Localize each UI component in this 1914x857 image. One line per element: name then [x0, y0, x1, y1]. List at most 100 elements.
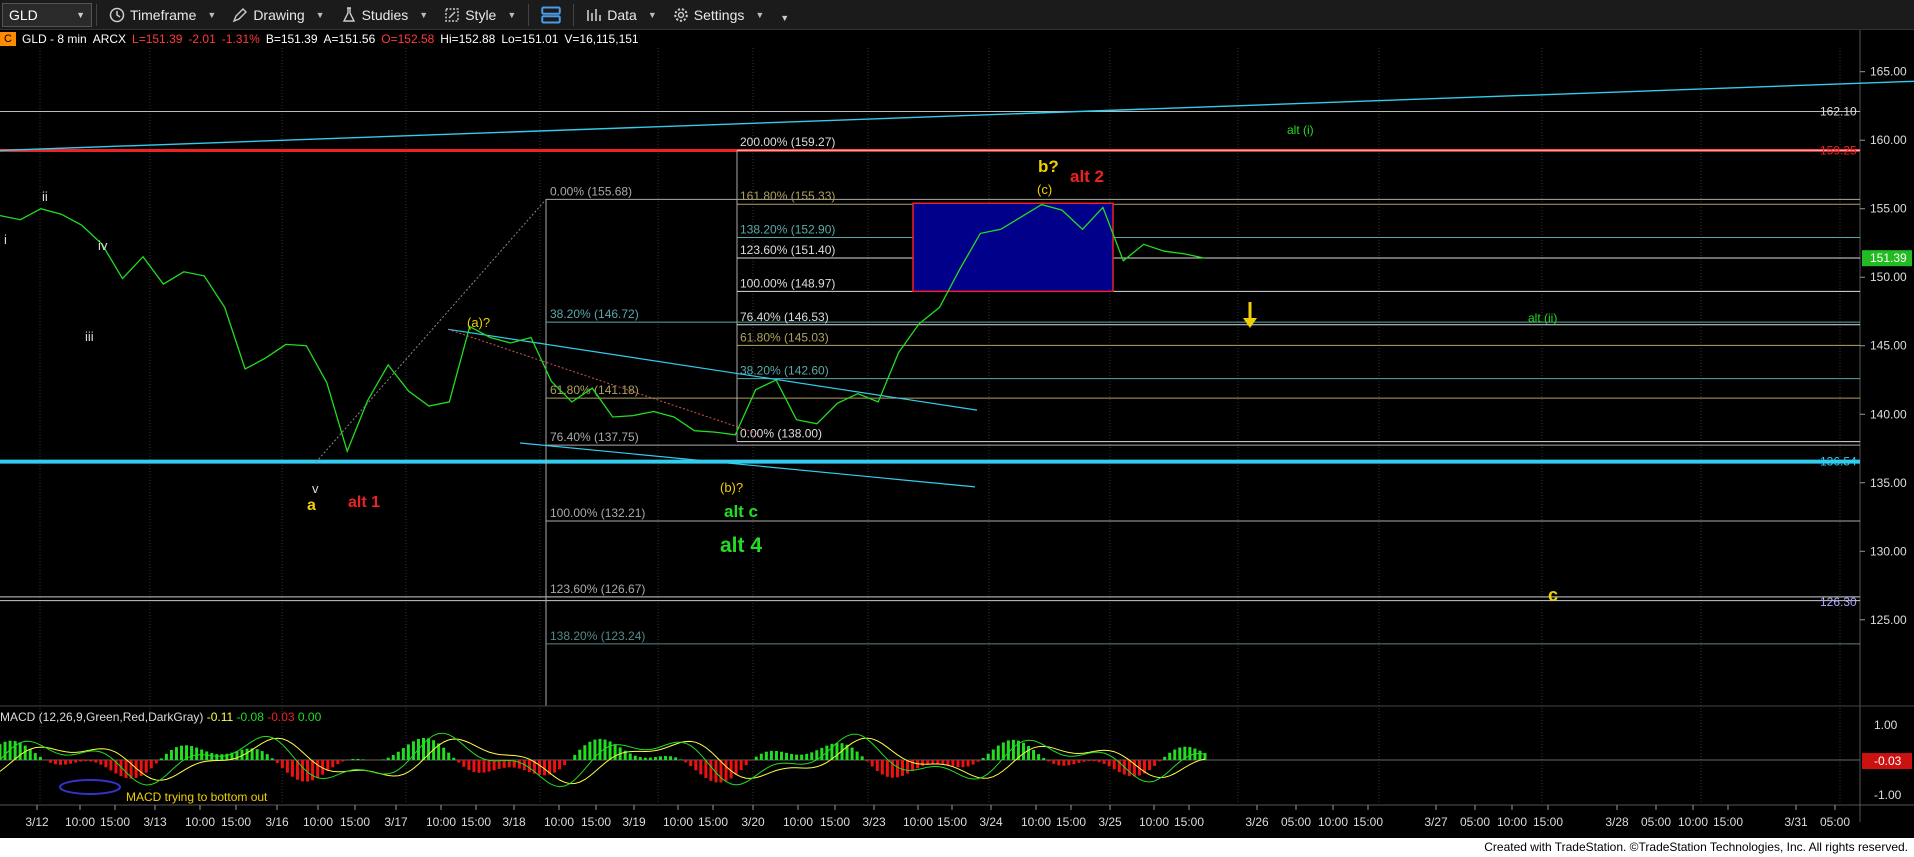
- time-axis-label: 3/26: [1245, 815, 1269, 829]
- price-axis-panel: [1860, 30, 1914, 822]
- time-axis-label: 10:00: [1497, 815, 1527, 829]
- price-axis-label: 140.00: [1870, 407, 1907, 421]
- channel-lower-line: [519, 442, 976, 488]
- macd-legend: MACD (12,26,9,Green,Red,DarkGray) -0.11 …: [0, 710, 322, 724]
- price-axis-label: 130.00: [1870, 544, 1907, 558]
- wave-annotation: alt (ii): [1528, 311, 1557, 325]
- macd-legend-value: -0.11: [203, 710, 233, 724]
- time-axis-label: 3/19: [622, 815, 646, 829]
- fib-guide-dotted: [315, 199, 547, 463]
- time-axis-label: 15:00: [1174, 815, 1204, 829]
- last-price-label: 151.39: [1870, 251, 1907, 265]
- time-axis-label: 15:00: [937, 815, 967, 829]
- down-arrow-marker: [1243, 318, 1257, 328]
- wave-annotation: iii: [85, 329, 94, 344]
- time-axis-label: 15:00: [1533, 815, 1563, 829]
- fib-level-label: 76.40% (137.75): [550, 430, 639, 444]
- wave-annotation: c: [1548, 585, 1558, 605]
- fib-level-label: 161.80% (155.33): [740, 189, 835, 203]
- fib-level-label: 76.40% (146.53): [740, 310, 829, 324]
- wave-annotation: a: [307, 497, 316, 514]
- time-axis-label: 3/20: [741, 815, 765, 829]
- wave-annotation: v: [312, 481, 319, 496]
- wave-annotation: ii: [42, 189, 48, 204]
- price-axis-label: 145.00: [1870, 339, 1907, 353]
- time-axis-label: 3/13: [143, 815, 167, 829]
- price-axis-label: 165.00: [1870, 65, 1907, 79]
- time-axis-label: 3/16: [265, 815, 289, 829]
- time-axis-label: 10:00: [65, 815, 95, 829]
- macd-legend-value: -0.03: [264, 710, 295, 724]
- copyright-footer: Created with TradeStation. ©TradeStation…: [0, 838, 1914, 857]
- fib-level-label: 100.00% (132.21): [550, 506, 645, 520]
- time-axis-label: 3/27: [1424, 815, 1448, 829]
- time-axis-label: 15:00: [1353, 815, 1383, 829]
- time-axis-label: 10:00: [1139, 815, 1169, 829]
- macd-axis-label: -1.00: [1874, 788, 1902, 802]
- time-axis-label: 15:00: [1713, 815, 1743, 829]
- time-axis-label: 15:00: [221, 815, 251, 829]
- time-axis-label: 10:00: [903, 815, 933, 829]
- time-axis-label: 3/18: [502, 815, 526, 829]
- time-axis-label: 10:00: [426, 815, 456, 829]
- time-axis-label: 10:00: [663, 815, 693, 829]
- fib-level-label: 100.00% (148.97): [740, 276, 835, 290]
- macd-legend-value: MACD (12,26,9,Green,Red,DarkGray): [0, 710, 203, 724]
- wave-annotation: alt (i): [1287, 123, 1314, 137]
- wave-guide-dotted: [447, 328, 758, 434]
- price-level-label: 136.54: [1820, 455, 1857, 469]
- macd-axis-label: 1.00: [1874, 718, 1898, 732]
- time-axis-label: 15:00: [100, 815, 130, 829]
- time-axis-label: 10:00: [1318, 815, 1348, 829]
- wave-annotation: alt 1: [348, 494, 380, 511]
- time-axis-label: 05:00: [1281, 815, 1311, 829]
- fib-level-label: 38.20% (146.72): [550, 307, 639, 321]
- wave-annotation: (c): [1037, 182, 1052, 197]
- wave-annotation: i: [4, 232, 7, 247]
- wave-annotation: alt c: [724, 502, 758, 521]
- price-axis-label: 135.00: [1870, 476, 1907, 490]
- wave-annotation: (b)?: [720, 480, 743, 495]
- macd-bottom-circle: [59, 779, 121, 795]
- price-level-label: 126.30: [1820, 595, 1857, 609]
- time-axis-label: 15:00: [698, 815, 728, 829]
- wave-annotation: MACD trying to bottom out: [126, 790, 268, 804]
- time-axis-label: 10:00: [185, 815, 215, 829]
- target-zone-box: [912, 202, 1114, 293]
- time-axis-label: 3/23: [862, 815, 886, 829]
- time-axis-label: 3/24: [979, 815, 1003, 829]
- fib-level-label: 123.60% (151.40): [740, 243, 835, 257]
- wave-annotation: (a)?: [467, 315, 490, 330]
- wave-annotation: iv: [98, 238, 108, 253]
- price-axis-label: 160.00: [1870, 133, 1907, 147]
- time-axis-label: 10:00: [544, 815, 574, 829]
- fib-level-label: 0.00% (155.68): [550, 184, 632, 198]
- price-chart[interactable]: 165.00 160.00 155.00 150.00 145.00 140.00 135.…: [0, 0, 1914, 838]
- fib-level-label: 138.20% (123.24): [550, 629, 645, 643]
- time-axis-label: 15:00: [1056, 815, 1086, 829]
- price-level-label: 159.25: [1820, 143, 1857, 157]
- macd-legend-value: 0.00: [295, 710, 322, 724]
- time-axis-label: 15:00: [340, 815, 370, 829]
- time-axis-label: 3/28: [1605, 815, 1629, 829]
- time-axis-label: 10:00: [783, 815, 813, 829]
- fib-level-label: 123.60% (126.67): [550, 582, 645, 596]
- wave-annotation: b?: [1038, 157, 1059, 176]
- fib-level-label: 138.20% (152.90): [740, 222, 835, 236]
- rising-trendline: [0, 80, 1914, 152]
- price-axis-label: 155.00: [1870, 202, 1907, 216]
- fib-level-label: 200.00% (159.27): [740, 135, 835, 149]
- time-axis-label: 05:00: [1641, 815, 1671, 829]
- time-axis-label: 15:00: [581, 815, 611, 829]
- time-axis-label: 15:00: [820, 815, 850, 829]
- wave-annotation: alt 2: [1070, 167, 1104, 186]
- macd-legend-value: -0.08: [233, 710, 264, 724]
- time-axis-label: 10:00: [303, 815, 333, 829]
- price-level-label: 162.10: [1820, 104, 1857, 118]
- time-axis-label: 3/12: [25, 815, 49, 829]
- time-axis-label: 05:00: [1820, 815, 1850, 829]
- time-axis-label: 3/31: [1784, 815, 1808, 829]
- fib-level-label: 61.80% (145.03): [740, 330, 829, 344]
- time-axis-label: 10:00: [1678, 815, 1708, 829]
- time-axis-label: 3/25: [1098, 815, 1122, 829]
